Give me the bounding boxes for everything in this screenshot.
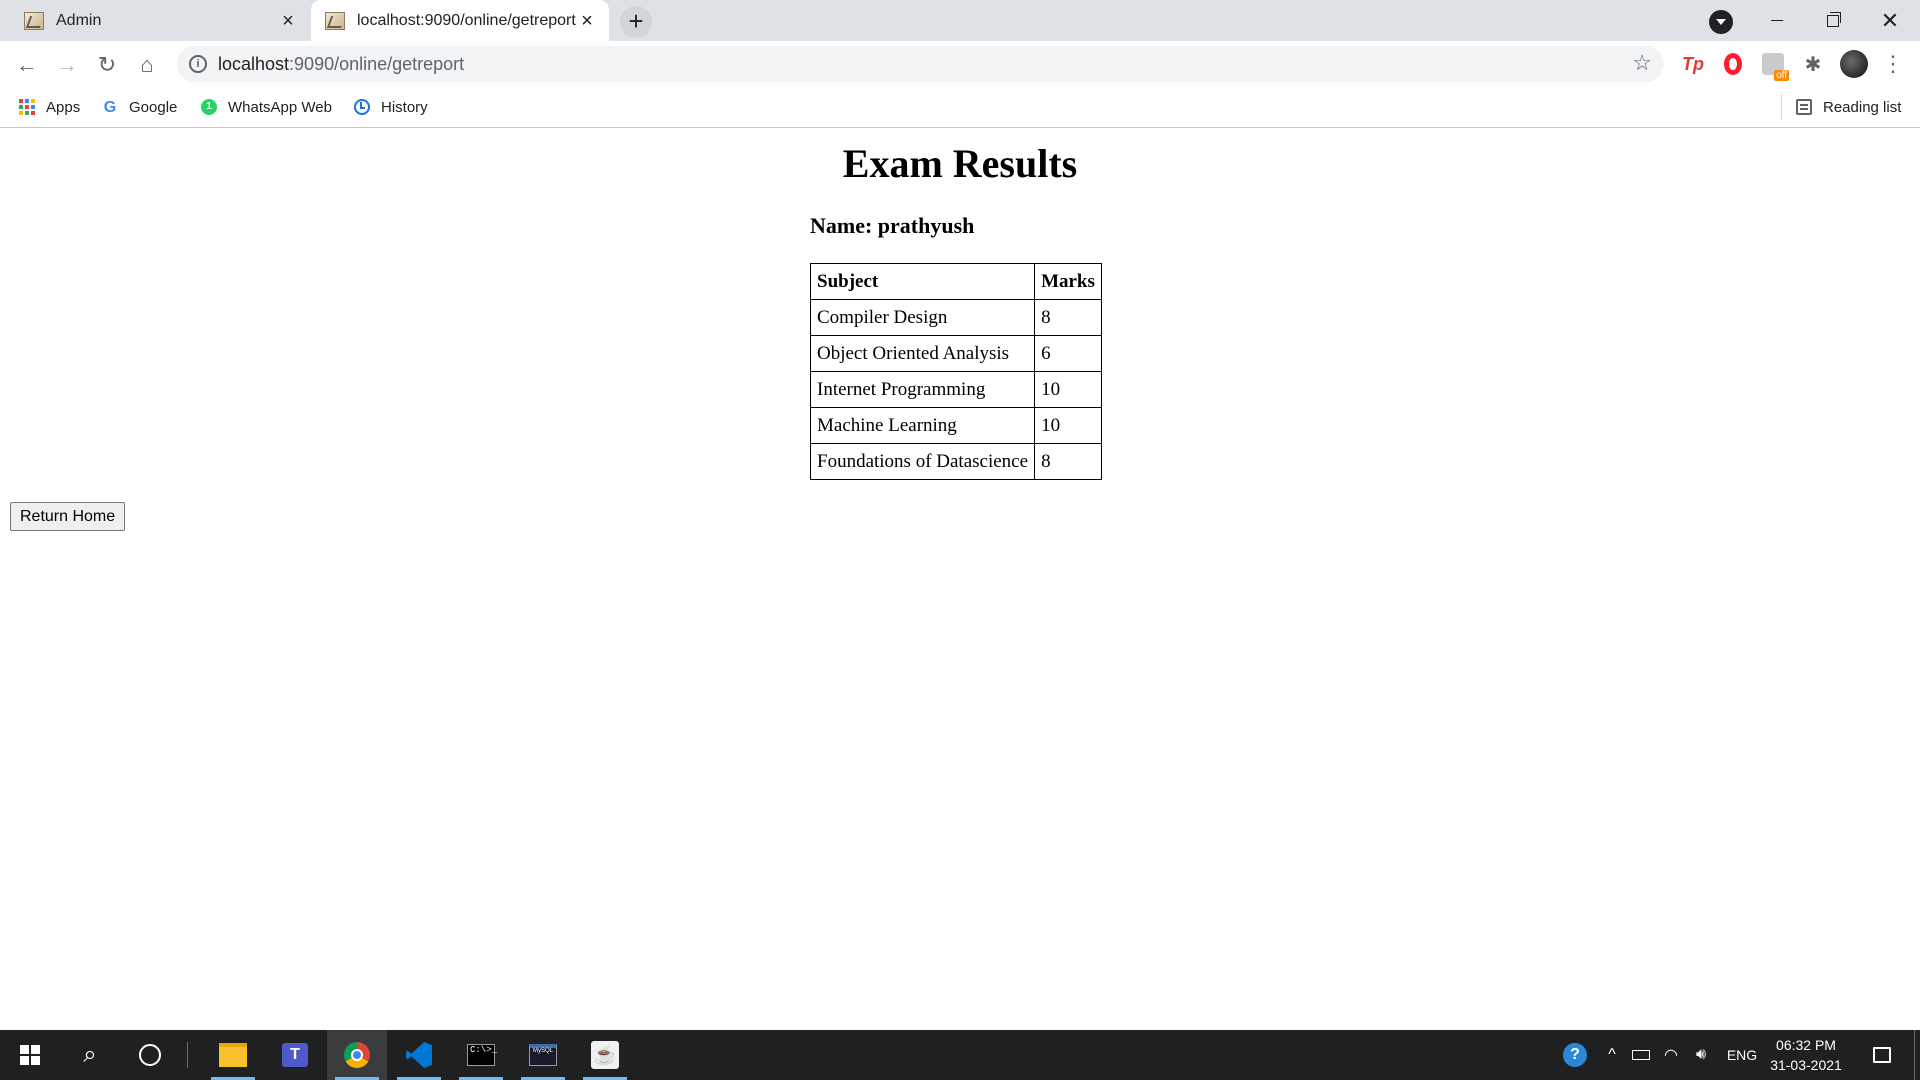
- teams-icon[interactable]: T: [265, 1030, 325, 1080]
- search-icon[interactable]: ⌕: [60, 1030, 120, 1080]
- show-desktop-button[interactable]: [1914, 1030, 1915, 1080]
- volume-icon[interactable]: 🔊︎: [1688, 1030, 1714, 1080]
- url-path: :9090/online/getreport: [289, 54, 465, 74]
- windows-taskbar: ⌕ T C:\>_ MySQL ☕ ? ^ ◠ 🔊︎ ENG 06:32 PM …: [0, 1030, 1920, 1080]
- new-tab-button[interactable]: +: [620, 6, 652, 38]
- close-tab-icon[interactable]: ×: [577, 11, 597, 31]
- apps-grid-icon: [19, 99, 35, 115]
- site-favicon-icon: [24, 11, 44, 30]
- clock[interactable]: 06:32 PM 31-03-2021: [1766, 1030, 1846, 1080]
- whatsapp-icon: 1: [201, 99, 217, 115]
- marks-cell: 6: [1034, 335, 1102, 372]
- subject-column-header: Subject: [809, 263, 1036, 300]
- bookmarks-divider: [1781, 94, 1782, 120]
- bookmark-label: Google: [129, 98, 178, 116]
- reload-icon[interactable]: ↻: [90, 48, 124, 82]
- tab-admin[interactable]: Admin ×: [0, 0, 310, 41]
- marks-cell: 8: [1034, 443, 1102, 480]
- tab-title: Admin: [56, 11, 102, 29]
- subject-cell: Machine Learning: [809, 407, 1036, 444]
- marks-cell: 8: [1034, 299, 1102, 336]
- minimize-button[interactable]: [1749, 0, 1805, 41]
- mysql-icon[interactable]: MySQL: [513, 1030, 573, 1080]
- marks-column-header: Marks: [1034, 263, 1102, 300]
- home-icon[interactable]: ⌂: [130, 48, 164, 82]
- table-row: Object Oriented Analysis 6: [809, 335, 1102, 372]
- site-info-icon[interactable]: i: [189, 55, 207, 73]
- subject-cell: Foundations of Datascience: [809, 443, 1036, 480]
- bookmark-apps[interactable]: Apps: [19, 95, 80, 119]
- tp-extension-icon[interactable]: Tp: [1680, 51, 1706, 77]
- restore-icon: [1827, 11, 1841, 27]
- bookmark-star-icon[interactable]: ☆: [1632, 50, 1652, 76]
- tab-search-icon[interactable]: [1709, 10, 1733, 34]
- history-icon: [354, 99, 370, 115]
- reading-list-button[interactable]: Reading list: [1796, 95, 1901, 119]
- browser-tab-strip: Admin × localhost:9090/online/getreport …: [0, 0, 1920, 41]
- java-icon[interactable]: ☕: [575, 1030, 635, 1080]
- clock-time: 06:32 PM: [1776, 1037, 1836, 1053]
- language-indicator[interactable]: ENG: [1722, 1030, 1762, 1080]
- url-host: localhost: [218, 54, 290, 74]
- bookmark-label: History: [381, 98, 428, 116]
- forward-arrow-icon[interactable]: →: [50, 48, 84, 82]
- page-content: Exam Results Name: prathyush Subject Mar…: [0, 128, 1920, 1030]
- extensions-puzzle-icon[interactable]: ✱: [1800, 51, 1826, 77]
- close-tab-icon[interactable]: ×: [278, 11, 298, 31]
- notification-center-icon[interactable]: [1862, 1030, 1902, 1080]
- bookmarks-bar: Apps G Google 1 WhatsApp Web History Rea…: [0, 88, 1920, 128]
- address-url[interactable]: localhost:9090/online/getreport: [218, 54, 464, 75]
- battery-icon[interactable]: [1628, 1030, 1654, 1080]
- marks-cell: 10: [1034, 407, 1102, 444]
- site-favicon-icon: [325, 11, 345, 30]
- table-row: Foundations of Datascience 8: [809, 443, 1102, 480]
- chrome-icon[interactable]: [327, 1030, 387, 1080]
- file-explorer-icon[interactable]: [203, 1030, 263, 1080]
- taskbar-divider: [187, 1042, 188, 1068]
- bookmark-google[interactable]: G Google: [102, 95, 178, 119]
- help-icon[interactable]: ?: [1560, 1030, 1590, 1080]
- browser-menu-icon[interactable]: ⋮: [1882, 50, 1904, 78]
- page-title: Exam Results: [842, 141, 1078, 186]
- start-button[interactable]: [0, 1030, 60, 1080]
- return-home-button[interactable]: Return Home: [10, 502, 126, 531]
- minimize-icon: [1771, 20, 1783, 21]
- table-row: Internet Programming 10: [809, 371, 1102, 408]
- reading-list-label: Reading list: [1823, 98, 1902, 116]
- student-name: Name: prathyush: [810, 213, 975, 238]
- subject-cell: Internet Programming: [809, 371, 1036, 408]
- tab-title: localhost:9090/online/getreport: [357, 11, 576, 29]
- show-hidden-icons-chevron-icon[interactable]: ^: [1600, 1030, 1624, 1080]
- subject-cell: Object Oriented Analysis: [809, 335, 1036, 372]
- marks-cell: 10: [1034, 371, 1102, 408]
- table-header-row: Subject Marks: [809, 263, 1102, 300]
- clock-date: 31-03-2021: [1770, 1057, 1842, 1073]
- address-bar[interactable]: i localhost:9090/online/getreport ☆: [177, 46, 1664, 82]
- vscode-icon[interactable]: [389, 1030, 449, 1080]
- wifi-icon[interactable]: ◠: [1658, 1030, 1684, 1080]
- command-prompt-icon[interactable]: C:\>_: [451, 1030, 511, 1080]
- google-icon: G: [103, 99, 117, 116]
- cortana-icon[interactable]: [120, 1030, 180, 1080]
- results-table: Subject Marks Compiler Design 8 Object O…: [809, 263, 1102, 480]
- opera-extension-icon[interactable]: [1720, 51, 1746, 77]
- table-row: Compiler Design 8: [809, 299, 1102, 336]
- restore-button[interactable]: [1805, 0, 1861, 41]
- back-arrow-icon[interactable]: ←: [10, 48, 44, 82]
- windows-logo-icon: [20, 1045, 40, 1065]
- profile-avatar[interactable]: [1840, 50, 1868, 78]
- bookmark-whatsapp[interactable]: 1 WhatsApp Web: [201, 95, 332, 119]
- bookmark-history[interactable]: History: [354, 95, 428, 119]
- reading-list-icon: [1796, 99, 1812, 115]
- browser-toolbar: ← → ↻ ⌂ i localhost:9090/online/getrepor…: [0, 41, 1920, 88]
- tab-getreport[interactable]: localhost:9090/online/getreport ×: [311, 0, 609, 41]
- shopping-extension-icon[interactable]: [1760, 51, 1789, 81]
- subject-cell: Compiler Design: [809, 299, 1036, 336]
- close-window-button[interactable]: ✕: [1862, 0, 1918, 41]
- bookmark-label: WhatsApp Web: [228, 98, 332, 116]
- bookmark-label: Apps: [46, 98, 81, 116]
- table-row: Machine Learning 10: [809, 407, 1102, 444]
